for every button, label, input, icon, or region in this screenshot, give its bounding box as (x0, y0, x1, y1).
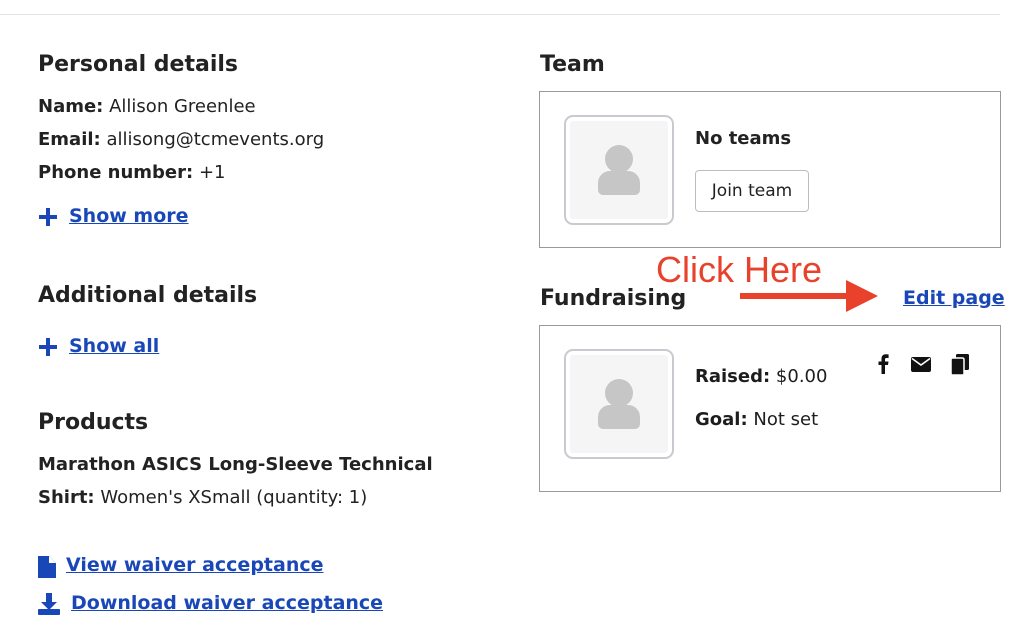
raised-row: Raised: $0.00 (695, 366, 827, 387)
avatar-body (598, 405, 640, 429)
avatar-head (605, 379, 633, 407)
download-waiver-link[interactable]: Download waiver acceptance (71, 592, 383, 614)
team-status: No teams (695, 128, 792, 149)
edit-page-link[interactable]: Edit page (903, 287, 1005, 309)
avatar-body (598, 171, 640, 195)
name-value: Allison Greenlee (109, 96, 256, 117)
show-all-link[interactable]: Show all (69, 335, 159, 357)
annotation-arrow-shaft (740, 293, 852, 299)
phone-row: Phone number: +1 (38, 162, 226, 183)
click-here-annotation: Click Here (656, 249, 823, 290)
show-more-link[interactable]: Show more (69, 205, 189, 227)
name-label: Name: (38, 96, 104, 117)
fundraising-avatar (564, 349, 674, 459)
additional-details-heading: Additional details (38, 283, 258, 308)
phone-label: Phone number: (38, 162, 194, 183)
name-row: Name: Allison Greenlee (38, 96, 256, 117)
personal-details-heading: Personal details (38, 52, 239, 77)
view-waiver-link[interactable]: View waiver acceptance (66, 554, 324, 576)
goal-label: Goal: (695, 409, 748, 430)
products-heading: Products (38, 410, 149, 435)
plus-icon (38, 207, 58, 227)
email-label: Email: (38, 129, 101, 150)
download-icon (38, 593, 60, 615)
goal-row: Goal: Not set (695, 409, 818, 430)
avatar-head (605, 145, 633, 173)
raised-value: $0.00 (775, 366, 828, 387)
goal-value: Not set (753, 409, 819, 430)
team-avatar (564, 115, 674, 225)
product-size-row: Shirt: Women's XSmall (quantity: 1) (38, 487, 367, 508)
product-name: Marathon ASICS Long-Sleeve Technical (38, 454, 433, 475)
email-icon[interactable] (911, 357, 931, 372)
plus-icon (38, 337, 58, 357)
top-divider (0, 14, 1000, 15)
join-team-button[interactable]: Join team (695, 170, 809, 212)
facebook-icon[interactable] (877, 354, 889, 374)
document-icon (38, 556, 56, 578)
email-row: Email: allisong@tcmevents.org (38, 129, 324, 150)
raised-label: Raised: (695, 366, 771, 387)
annotation-arrow-icon (846, 280, 878, 312)
product-size-label: Shirt: (38, 487, 95, 508)
phone-value: +1 (198, 162, 226, 183)
copy-icon[interactable] (951, 354, 969, 375)
team-heading: Team (540, 52, 605, 77)
fundraising-card: Raised: $0.00 Goal: Not set (539, 325, 1001, 492)
product-size-value: Women's XSmall (quantity: 1) (100, 487, 368, 508)
team-card: No teams Join team (539, 91, 1001, 248)
email-value: allisong@tcmevents.org (106, 129, 325, 150)
